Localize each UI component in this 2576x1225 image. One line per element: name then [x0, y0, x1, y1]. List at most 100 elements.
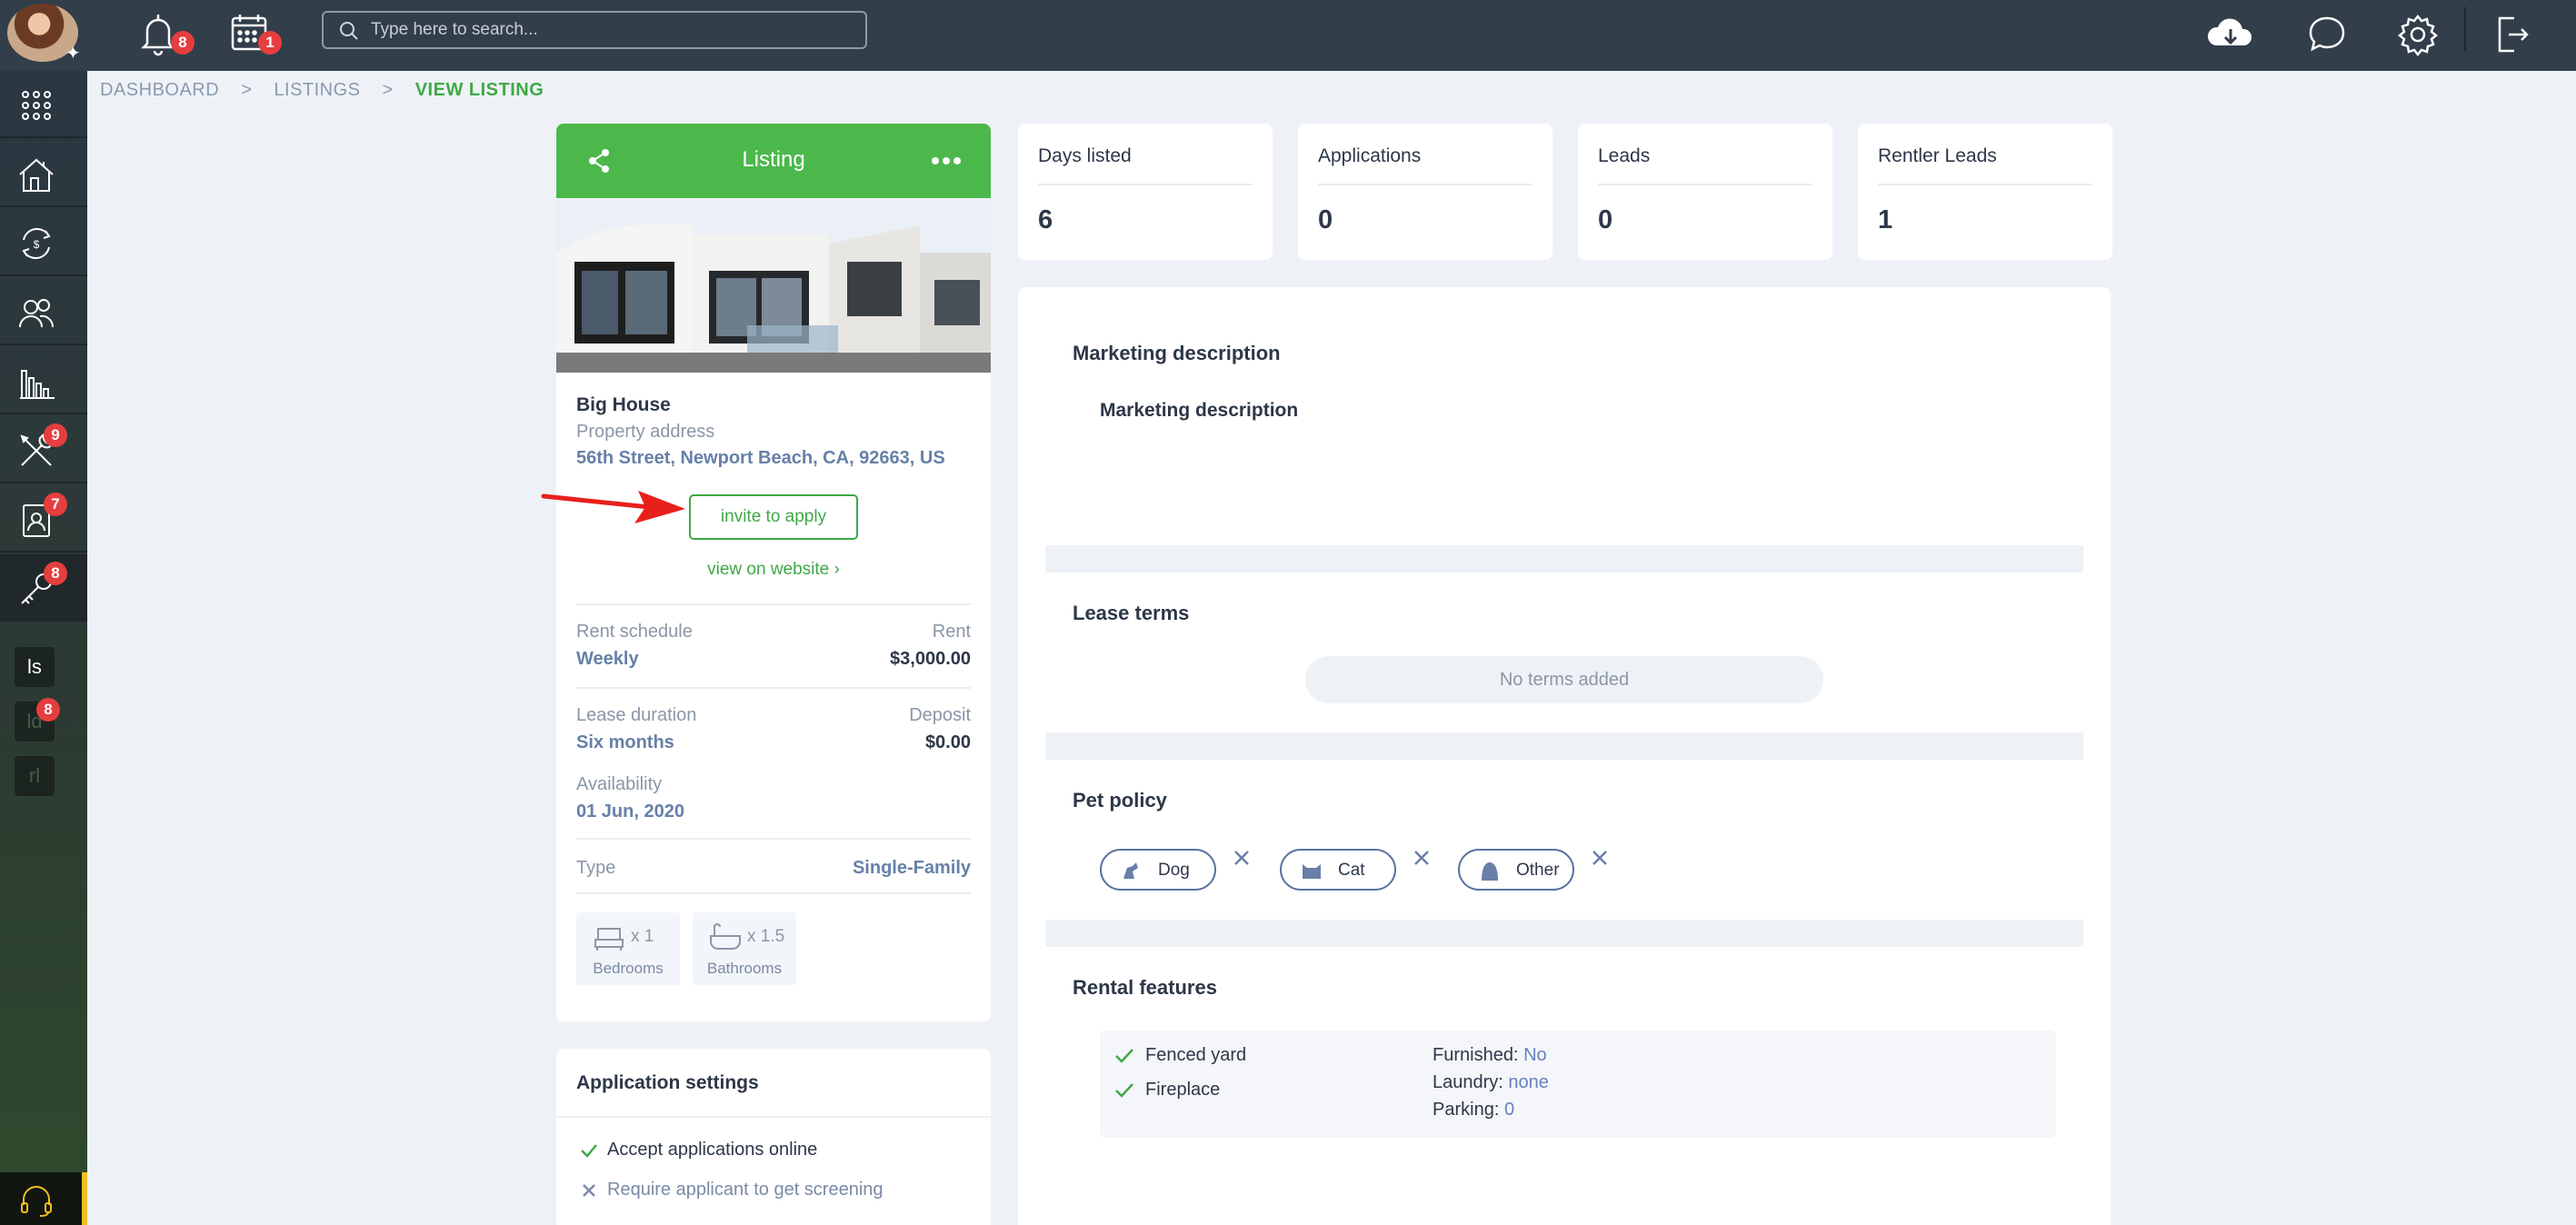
sidebar-tag-ls[interactable]: ls — [15, 647, 55, 687]
money-cycle-icon: $ — [22, 227, 51, 260]
deposit-value: $0.00 — [924, 732, 971, 752]
check-icon — [581, 1143, 597, 1158]
no-terms-badge: No terms added — [1305, 656, 1823, 703]
sidebar-item-maintenance[interactable]: 9 — [0, 416, 87, 483]
listing-name: Big House — [576, 394, 671, 415]
stat-label: Rentler Leads — [1878, 145, 1997, 166]
pet-chip-dog[interactable]: Dog — [1100, 849, 1216, 891]
search-box — [322, 11, 867, 49]
more-options-icon[interactable] — [931, 147, 962, 174]
stat-leads: Leads 0 — [1578, 124, 1832, 260]
top-bar: ✦ 8 1 — [0, 0, 2576, 71]
breadcrumb: DASHBOARD > LISTINGS > VIEW LISTING — [100, 78, 544, 102]
pet-policy-title: Pet policy — [1073, 789, 1167, 812]
setting-require-screening[interactable]: Require applicant to get screening — [580, 1180, 884, 1200]
logout-icon[interactable] — [2487, 9, 2538, 60]
divider — [1038, 184, 1253, 185]
breadcrumb-separator: > — [382, 79, 394, 100]
sidebar-item-contacts[interactable] — [0, 278, 87, 345]
tenants-badge: 7 — [44, 493, 67, 516]
annotation-arrow-icon — [541, 491, 685, 523]
deposit-label: Deposit — [909, 705, 971, 725]
rental-features-title: Rental features — [1073, 976, 1217, 999]
pin-icon: ✦ — [65, 44, 81, 64]
users-icon — [19, 299, 55, 328]
search-input[interactable] — [371, 16, 853, 44]
view-on-website-link[interactable]: view on website › — [556, 560, 991, 580]
divider — [1318, 184, 1533, 185]
view-on-website-label: view on website — [707, 560, 830, 579]
invite-to-apply-button[interactable]: invite to apply — [689, 494, 858, 540]
application-settings-card: Application settings Accept applications… — [556, 1049, 991, 1225]
stat-value: 0 — [1598, 205, 1613, 234]
setting-accept-online-label: Accept applications online — [607, 1140, 818, 1160]
setting-accept-online[interactable]: Accept applications online — [580, 1140, 817, 1160]
close-icon[interactable] — [1411, 847, 1433, 869]
pet-name: Dog — [1158, 861, 1190, 880]
house-photo-image — [556, 198, 991, 373]
maintenance-badge: 9 — [44, 423, 67, 447]
detail-key: Parking: — [1433, 1100, 1500, 1120]
breadcrumb-dashboard[interactable]: DASHBOARD — [100, 80, 219, 101]
sidebar-item-payments[interactable]: $ — [0, 209, 87, 276]
bird-icon — [1482, 862, 1498, 881]
stat-applications: Applications 0 — [1298, 124, 1553, 260]
feature-label: Fenced yard — [1145, 1045, 1247, 1065]
property-photo — [556, 198, 991, 373]
detail-value: 0 — [1503, 1100, 1515, 1120]
availability-value: 01 Jun, 2020 — [576, 802, 684, 822]
pet-chip-cat[interactable]: Cat — [1280, 849, 1396, 891]
sidebar-item-listings[interactable]: 8 — [0, 554, 87, 622]
section-separator — [1045, 732, 2083, 760]
property-address-label: Property address — [576, 422, 715, 442]
section-separator — [1045, 545, 2083, 573]
sidebar-item-tenants[interactable]: 7 — [0, 485, 87, 553]
check-icon — [1115, 1082, 1133, 1098]
support-button[interactable] — [0, 1172, 84, 1225]
pet-name: Other — [1516, 861, 1560, 880]
divider — [576, 838, 971, 840]
stat-label: Days listed — [1038, 145, 1132, 166]
divider — [576, 603, 971, 605]
svg-text:$: $ — [34, 238, 40, 251]
marketing-description-title: Marketing description — [1073, 342, 1281, 364]
lease-duration-label: Lease duration — [576, 705, 697, 725]
sidebar: $ 9 7 8 ls ld 8 rl — [0, 71, 87, 1225]
pet-chip-other[interactable]: Other — [1458, 849, 1574, 891]
stat-label: Leads — [1598, 145, 1651, 166]
chat-icon[interactable] — [2301, 9, 2352, 60]
bed-icon — [594, 928, 624, 951]
stat-rentler-leads: Rentler Leads 1 — [1858, 124, 2112, 260]
bar-chart-icon — [20, 370, 55, 399]
rent-schedule-value: Weekly — [576, 649, 639, 669]
divider — [1878, 184, 2092, 185]
close-icon — [583, 1183, 595, 1197]
leads-badge: 8 — [36, 698, 60, 722]
stat-days-listed: Days listed 6 — [1018, 124, 1273, 260]
rental-features-box: Fenced yard Fireplace Furnished: No Laun… — [1100, 1031, 2056, 1138]
close-icon[interactable] — [1589, 847, 1611, 869]
sidebar-item-apps[interactable] — [0, 71, 87, 138]
close-icon[interactable] — [1231, 847, 1253, 869]
cloud-download-icon[interactable] — [2203, 9, 2258, 60]
stat-value: 6 — [1038, 205, 1053, 234]
sidebar-tag-rl[interactable]: rl — [15, 756, 55, 796]
settings-gear-icon[interactable] — [2392, 9, 2443, 60]
sidebar-item-properties[interactable] — [0, 140, 87, 207]
rent-schedule-label: Rent schedule — [576, 622, 693, 642]
bathrooms-box: x 1.5 Bathrooms — [693, 912, 796, 985]
support-accent-bar — [82, 1172, 87, 1225]
type-value: Single-Family — [852, 858, 971, 878]
breadcrumb-separator: > — [241, 79, 253, 100]
cat-icon — [1303, 864, 1321, 879]
breadcrumb-listings[interactable]: LISTINGS — [274, 80, 360, 101]
detail-key: Furnished: — [1433, 1045, 1519, 1065]
bedrooms-count: x 1 — [631, 927, 654, 946]
notifications-badge: 8 — [171, 31, 195, 55]
property-address[interactable]: 56th Street, Newport Beach, CA, 92663, U… — [576, 448, 945, 469]
rent-label: Rent — [932, 622, 971, 642]
sidebar-item-reports[interactable] — [0, 347, 87, 414]
lease-duration-value: Six months — [576, 732, 674, 752]
breadcrumb-current: VIEW LISTING — [414, 79, 544, 100]
bedrooms-label: Bedrooms — [593, 960, 664, 977]
